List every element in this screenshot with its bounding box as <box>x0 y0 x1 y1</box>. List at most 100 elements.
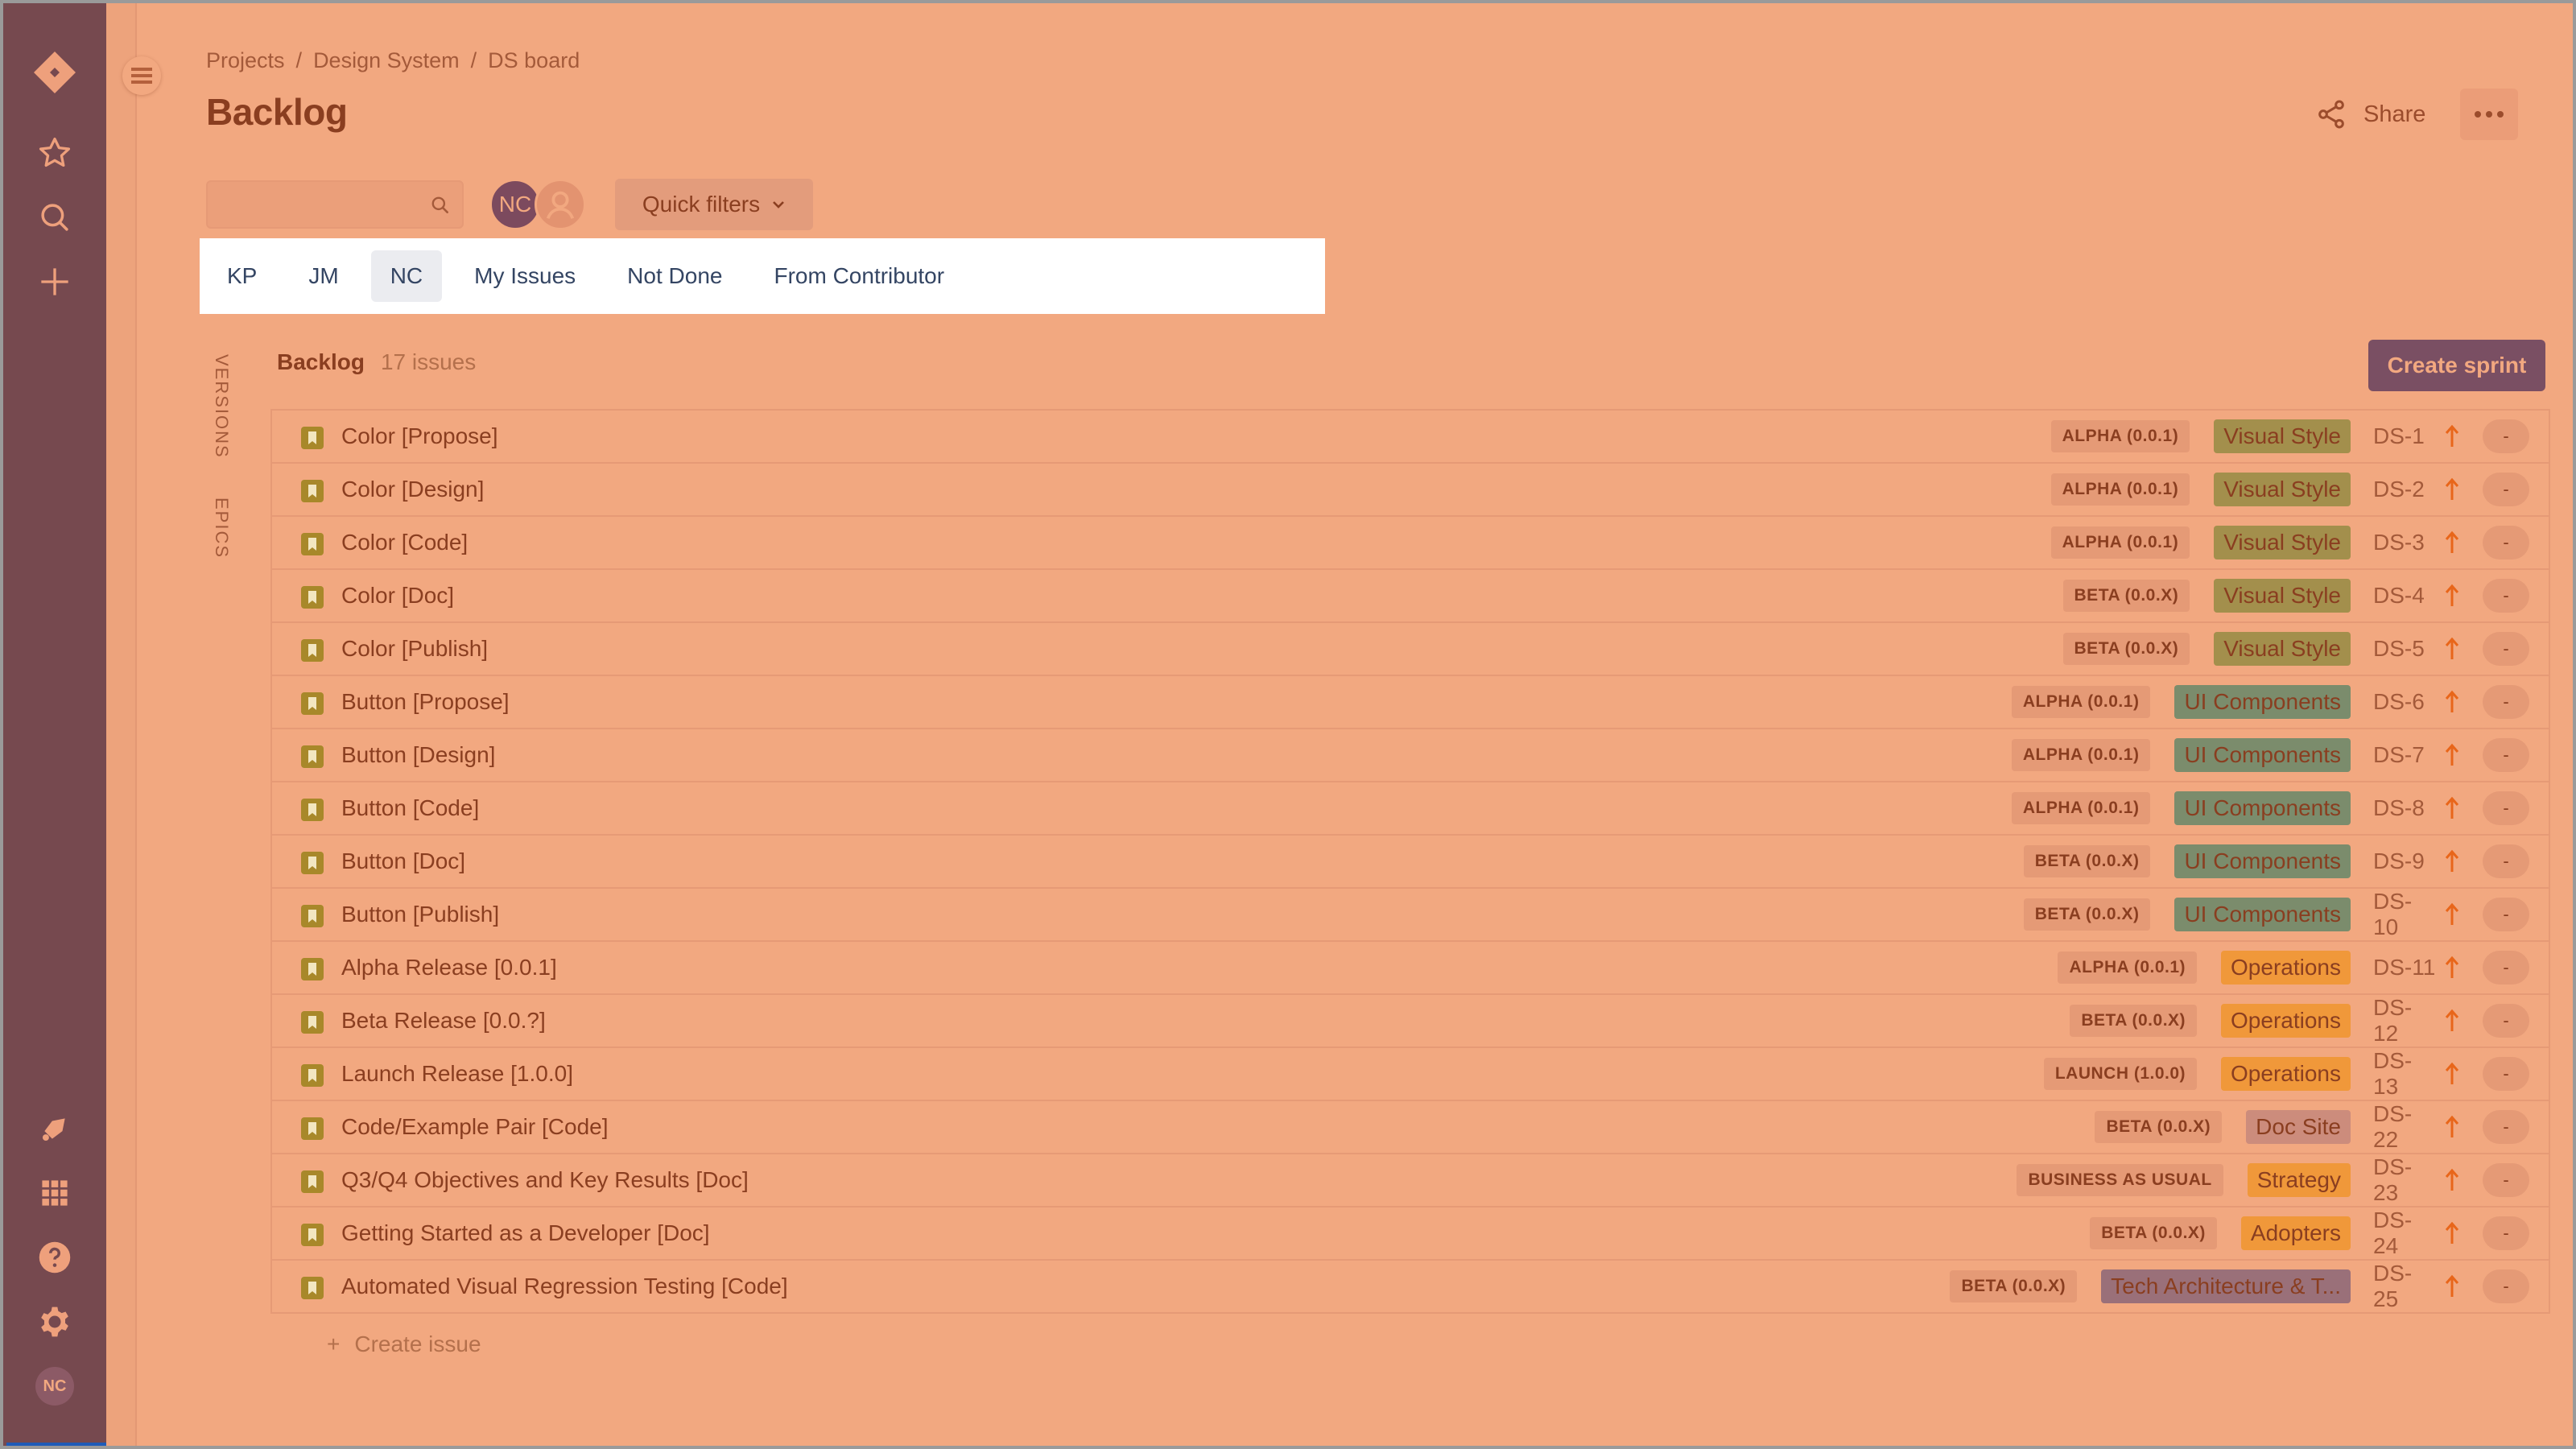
issue-row[interactable]: Launch Release [1.0.0] LAUNCH (1.0.0) Oper… <box>272 1048 2549 1101</box>
breadcrumb-ds-board[interactable]: DS board <box>488 48 580 73</box>
epic-lozenge[interactable]: Adopters <box>2240 1216 2351 1250</box>
issue-row[interactable]: Automated Visual Regression Testing [Cod… <box>272 1261 2549 1314</box>
issue-key[interactable]: DS-4 <box>2373 583 2436 609</box>
story-points-estimate[interactable]: - <box>2483 1163 2529 1197</box>
search-icon[interactable] <box>3 192 106 243</box>
issue-row[interactable]: Color [Propose] ALPHA (0.0.1) Visual Style… <box>272 411 2549 464</box>
story-points-estimate[interactable]: - <box>2483 738 2529 772</box>
create-issue-button[interactable]: + Create issue <box>327 1331 481 1357</box>
issue-key[interactable]: DS-5 <box>2373 636 2436 662</box>
epic-lozenge[interactable]: Operations <box>2221 951 2351 985</box>
settings-icon[interactable] <box>3 1296 106 1348</box>
epic-lozenge[interactable]: Doc Site <box>2246 1110 2351 1144</box>
issue-row[interactable]: Beta Release [0.0.?] BETA (0.0.X) Operatio… <box>272 995 2549 1048</box>
expand-sidebar-button[interactable] <box>122 56 161 95</box>
issue-key[interactable]: DS-2 <box>2373 477 2436 502</box>
app-switcher-icon[interactable] <box>3 1167 106 1219</box>
epic-lozenge[interactable]: Tech Architecture & T... <box>2101 1269 2351 1303</box>
quick-filter-nc[interactable]: NC <box>370 250 443 302</box>
issue-row[interactable]: Q3/Q4 Objectives and Key Results [Doc] BU… <box>272 1154 2549 1208</box>
issue-key[interactable]: DS-12 <box>2373 995 2436 1046</box>
story-points-estimate[interactable]: - <box>2483 1110 2529 1144</box>
issue-row[interactable]: Alpha Release [0.0.1] ALPHA (0.0.1) Operat… <box>272 942 2549 995</box>
issue-row[interactable]: Button [Propose] ALPHA (0.0.1) UI Componen… <box>272 676 2549 729</box>
search-input[interactable] <box>208 182 462 227</box>
story-points-estimate[interactable]: - <box>2483 951 2529 985</box>
epic-lozenge[interactable]: UI Components <box>2174 738 2351 772</box>
breadcrumb-projects[interactable]: Projects <box>206 48 285 73</box>
quick-filter-not-done[interactable]: Not Done <box>608 250 741 302</box>
story-points-estimate[interactable]: - <box>2483 526 2529 559</box>
avatar-unassigned[interactable] <box>535 179 586 230</box>
more-actions-button[interactable] <box>2460 89 2518 140</box>
story-points-estimate[interactable]: - <box>2483 632 2529 666</box>
issue-key[interactable]: DS-6 <box>2373 689 2436 715</box>
quick-filters-dropdown[interactable]: Quick filters <box>615 179 813 230</box>
issue-key[interactable]: DS-8 <box>2373 795 2436 821</box>
create-sprint-button[interactable]: Create sprint <box>2368 340 2545 391</box>
issue-row[interactable]: Code/Example Pair [Code] BETA (0.0.X) Doc … <box>272 1101 2549 1154</box>
help-icon[interactable] <box>3 1232 106 1283</box>
story-points-estimate[interactable]: - <box>2483 579 2529 613</box>
issue-summary[interactable]: Alpha Release [0.0.1] <box>341 955 557 980</box>
issue-summary[interactable]: Color [Doc] <box>341 583 454 609</box>
issue-key[interactable]: DS-10 <box>2373 889 2436 940</box>
story-points-estimate[interactable]: - <box>2483 1269 2529 1303</box>
notification-icon[interactable] <box>3 1103 106 1154</box>
issue-row[interactable]: Color [Code] ALPHA (0.0.1) Visual Style DS-… <box>272 517 2549 570</box>
issue-summary[interactable]: Color [Propose] <box>341 423 498 449</box>
issue-summary[interactable]: Button [Code] <box>341 795 479 821</box>
epic-lozenge[interactable]: Visual Style <box>2214 419 2351 453</box>
epics-panel-tab[interactable]: EPICS <box>211 497 232 559</box>
create-plus-icon[interactable] <box>3 256 106 308</box>
story-points-estimate[interactable]: - <box>2483 419 2529 453</box>
issue-summary[interactable]: Code/Example Pair [Code] <box>341 1114 609 1140</box>
quick-filter-from-contributor[interactable]: From Contributor <box>754 250 964 302</box>
avatar-nc[interactable]: NC <box>489 179 541 230</box>
issue-summary[interactable]: Color [Code] <box>341 530 468 555</box>
issue-summary[interactable]: Automated Visual Regression Testing [Cod… <box>341 1274 788 1299</box>
epic-lozenge[interactable]: UI Components <box>2174 685 2351 719</box>
epic-lozenge[interactable]: Visual Style <box>2214 632 2351 666</box>
issue-row[interactable]: Button [Design] ALPHA (0.0.1) UI Component… <box>272 729 2549 782</box>
issue-row[interactable]: Color [Publish] BETA (0.0.X) Visual Style D… <box>272 623 2549 676</box>
breadcrumb-design-system[interactable]: Design System <box>313 48 460 73</box>
issue-row[interactable]: Button [Publish] BETA (0.0.X) UI Component… <box>272 889 2549 942</box>
issue-row[interactable]: Button [Code] ALPHA (0.0.1) UI Components D… <box>272 782 2549 836</box>
issue-key[interactable]: DS-11 <box>2373 955 2436 980</box>
issue-key[interactable]: DS-1 <box>2373 423 2436 449</box>
issue-summary[interactable]: Getting Started as a Developer [Doc] <box>341 1220 710 1246</box>
epic-lozenge[interactable]: Visual Style <box>2214 473 2351 506</box>
story-points-estimate[interactable]: - <box>2483 791 2529 825</box>
issue-key[interactable]: DS-25 <box>2373 1261 2436 1312</box>
issue-summary[interactable]: Button [Publish] <box>341 902 499 927</box>
epic-lozenge[interactable]: Operations <box>2221 1057 2351 1091</box>
epic-lozenge[interactable]: Operations <box>2221 1004 2351 1038</box>
story-points-estimate[interactable]: - <box>2483 1057 2529 1091</box>
issue-summary[interactable]: Beta Release [0.0.?] <box>341 1008 546 1034</box>
issue-summary[interactable]: Color [Publish] <box>341 636 488 662</box>
quick-filter-jm[interactable]: JM <box>289 250 357 302</box>
issue-key[interactable]: DS-22 <box>2373 1101 2436 1153</box>
epic-lozenge[interactable]: Strategy <box>2247 1163 2351 1197</box>
epic-lozenge[interactable]: UI Components <box>2174 898 2351 931</box>
issue-row[interactable]: Getting Started as a Developer [Doc] BETA… <box>272 1208 2549 1261</box>
star-icon[interactable] <box>3 127 106 179</box>
epic-lozenge[interactable]: UI Components <box>2174 844 2351 878</box>
versions-panel-tab[interactable]: VERSIONS <box>211 354 232 459</box>
issue-row[interactable]: Button [Doc] BETA (0.0.X) UI Components DS-… <box>272 836 2549 889</box>
story-points-estimate[interactable]: - <box>2483 1004 2529 1038</box>
issue-summary[interactable]: Button [Design] <box>341 742 495 768</box>
issue-summary[interactable]: Color [Design] <box>341 477 484 502</box>
story-points-estimate[interactable]: - <box>2483 844 2529 878</box>
story-points-estimate[interactable]: - <box>2483 685 2529 719</box>
quick-filter-my-issues[interactable]: My Issues <box>455 250 595 302</box>
epic-lozenge[interactable]: Visual Style <box>2214 526 2351 559</box>
issue-summary[interactable]: Launch Release [1.0.0] <box>341 1061 573 1087</box>
issue-row[interactable]: Color [Doc] BETA (0.0.X) Visual Style DS-4 - <box>272 570 2549 623</box>
epic-lozenge[interactable]: Visual Style <box>2214 579 2351 613</box>
story-points-estimate[interactable]: - <box>2483 473 2529 506</box>
share-button[interactable]: Share <box>2315 97 2425 132</box>
issue-row[interactable]: Color [Design] ALPHA (0.0.1) Visual Style D… <box>272 464 2549 517</box>
issue-summary[interactable]: Button [Propose] <box>341 689 510 715</box>
